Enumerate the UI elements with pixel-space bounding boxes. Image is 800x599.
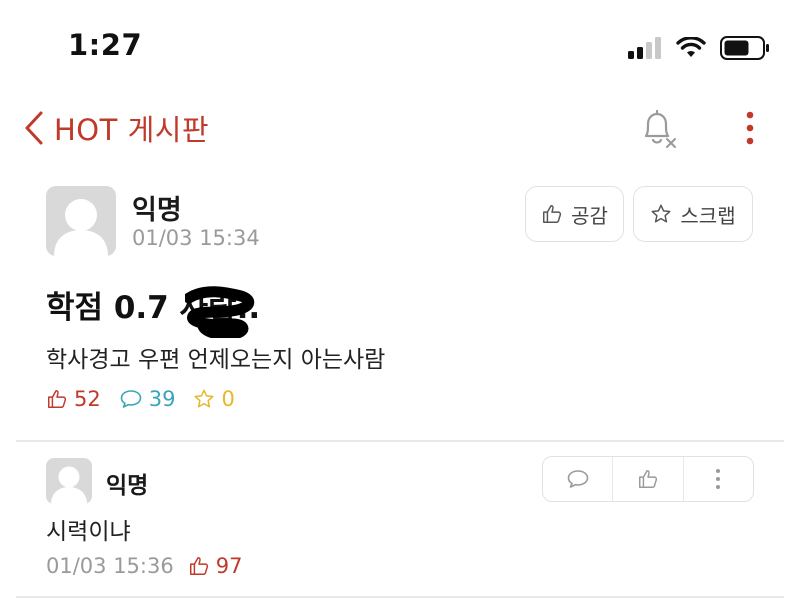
comment-actions [542,456,754,502]
speech-bubble-icon [567,470,588,488]
scrap-count: 0 [193,387,235,411]
more-vertical-icon [746,111,754,145]
more-options-button[interactable] [734,106,766,150]
star-icon [651,204,671,223]
scrap-button-label: 스크랩 [680,203,736,228]
comment-like-count: 97 [188,554,243,578]
status-time: 1:27 [68,28,143,62]
divider [16,440,784,442]
thumbs-up-icon [543,205,562,223]
comment-item: 익명 시력이냐 01/03 15:36 97 [46,456,754,586]
thumbs-up-icon [48,390,67,408]
divider [16,596,784,598]
back-chevron-icon [25,111,43,145]
star-icon [195,389,214,408]
status-icons [628,34,770,62]
page-title: HOT 게시판 [54,113,210,147]
comment-like-count-value: 97 [215,554,243,578]
notification-toggle-button[interactable] [636,106,680,150]
comment-more-button[interactable] [684,457,753,501]
like-button[interactable]: 공감 [525,186,624,242]
back-button[interactable]: HOT 게시판 [22,106,209,150]
comment-avatar [46,458,92,504]
like-button-label: 공감 [571,203,608,228]
scrap-count-value: 0 [221,387,235,411]
scrap-button[interactable]: 스크랩 [633,186,753,242]
signal-icon [628,37,661,59]
nav-bar: HOT 게시판 [0,96,800,160]
thumbs-up-icon [639,470,658,488]
author-name: 익명 [132,195,182,226]
comment-like-button[interactable] [613,457,684,501]
redaction-scribble [185,286,255,338]
wifi-icon [676,37,706,57]
status-bar: 1:27 [0,0,800,90]
thumbs-up-icon [189,557,208,575]
post-timestamp: 01/03 15:34 [132,226,260,250]
comment-timestamp: 01/03 15:36 [46,554,174,578]
comment-count: 39 [119,387,176,411]
like-count: 52 [46,387,101,411]
post-body: 학사경고 우편 언제오는지 아는사람 [46,347,386,373]
speech-bubble-icon [120,390,142,408]
battery-icon [720,36,769,60]
default-avatar-icon [51,466,87,504]
default-avatar-icon [54,199,108,256]
post-header: 익명 01/03 15:34 공감 스크랩 [46,186,766,258]
reply-button[interactable] [543,457,614,501]
avatar [46,186,116,256]
like-count-value: 52 [74,387,101,411]
comment-author: 익명 [106,473,149,499]
comment-body: 시력이냐 [46,519,131,545]
bell-off-icon [644,109,676,148]
comment-count-value: 39 [148,387,176,411]
post-stats: 52 39 0 [46,384,235,414]
comment-meta: 01/03 15:36 97 [46,554,242,578]
more-vertical-icon [716,469,721,489]
